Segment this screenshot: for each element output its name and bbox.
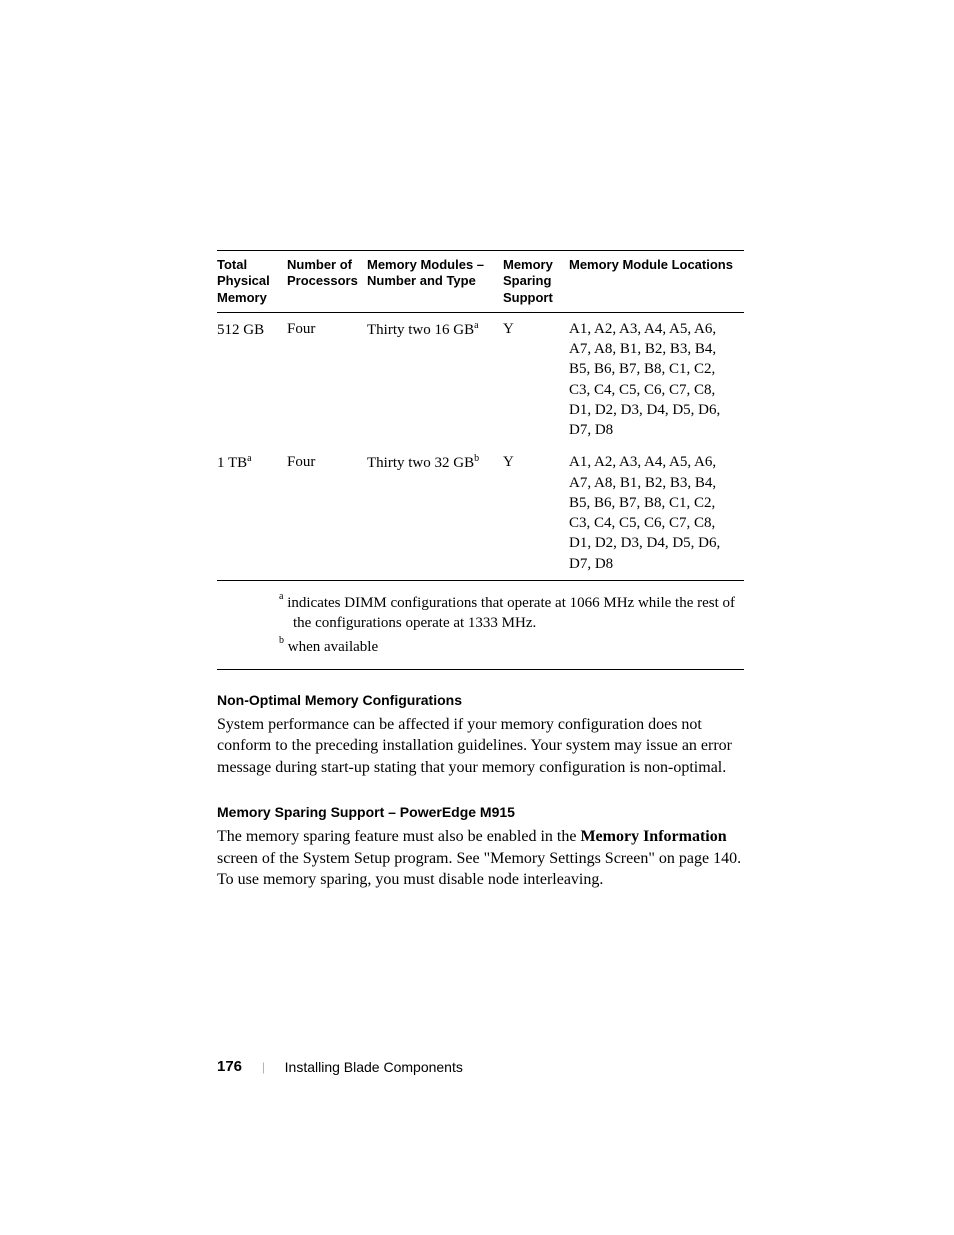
cell-sparing: Y <box>503 312 569 446</box>
footnote-b: b when available <box>217 636 744 657</box>
table-footnotes: a indicates DIMM configurations that ope… <box>217 580 744 670</box>
col-module-locations: Memory Module Locations <box>569 251 744 313</box>
footer-separator: | <box>262 1059 265 1075</box>
cell-sparing: Y <box>503 446 569 580</box>
cell-locations: A1, A2, A3, A4, A5, A6, A7, A8, B1, B2, … <box>569 312 744 446</box>
paragraph-memory-sparing: The memory sparing feature must also be … <box>217 826 744 891</box>
col-num-processors: Number of Processors <box>287 251 367 313</box>
cell-total-memory: 1 TBa <box>217 446 287 580</box>
table-header-row: Total Physical Memory Number of Processo… <box>217 251 744 313</box>
cell-modules: Thirty two 16 GBa <box>367 312 503 446</box>
cell-processors: Four <box>287 446 367 580</box>
memory-config-table: Total Physical Memory Number of Processo… <box>217 250 744 580</box>
cell-total-memory: 512 GB <box>217 312 287 446</box>
col-sparing-support: Memory Sparing Support <box>503 251 569 313</box>
heading-non-optimal: Non-Optimal Memory Configurations <box>217 692 744 708</box>
col-memory-modules: Memory Modules – Number and Type <box>367 251 503 313</box>
cell-locations: A1, A2, A3, A4, A5, A6, A7, A8, B1, B2, … <box>569 446 744 580</box>
page-number: 176 <box>217 1058 242 1075</box>
footnote-a: a indicates DIMM configurations that ope… <box>217 592 744 634</box>
page-footer: 176 | Installing Blade Components <box>217 1058 463 1075</box>
page-content: Total Physical Memory Number of Processo… <box>0 0 954 891</box>
heading-memory-sparing: Memory Sparing Support – PowerEdge M915 <box>217 804 744 820</box>
cell-modules: Thirty two 32 GBb <box>367 446 503 580</box>
paragraph-non-optimal: System performance can be affected if yo… <box>217 714 744 779</box>
table-row: 512 GB Four Thirty two 16 GBa Y A1, A2, … <box>217 312 744 446</box>
col-total-memory: Total Physical Memory <box>217 251 287 313</box>
footer-title: Installing Blade Components <box>285 1059 463 1075</box>
table-row: 1 TBa Four Thirty two 32 GBb Y A1, A2, A… <box>217 446 744 580</box>
cell-processors: Four <box>287 312 367 446</box>
